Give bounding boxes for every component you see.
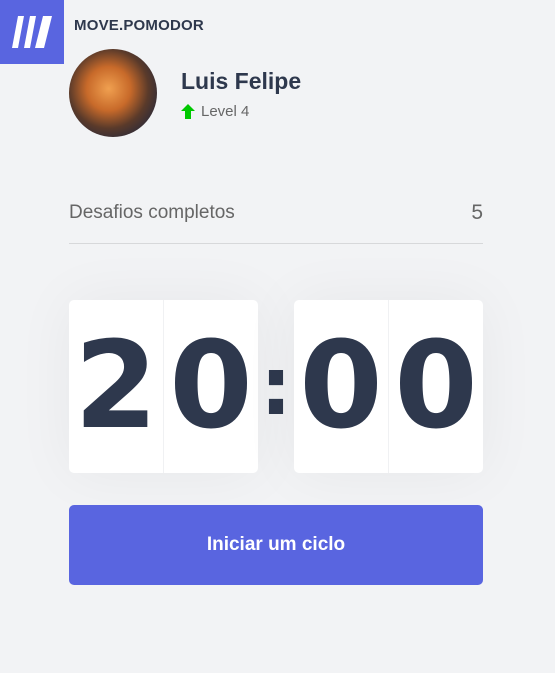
user-name: Luis Felipe bbox=[181, 67, 302, 94]
second-tens-digit: 0 bbox=[299, 317, 383, 456]
time-separator: : bbox=[260, 340, 292, 433]
countdown-timer: 2 0 : 0 0 bbox=[69, 300, 483, 473]
avatar bbox=[69, 49, 157, 137]
level-text: Level 4 bbox=[201, 102, 250, 120]
minute-tens-digit: 2 bbox=[74, 317, 158, 456]
logo-icon bbox=[12, 16, 52, 48]
challenges-label: Desafios completos bbox=[69, 202, 235, 223]
challenges-count: 5 bbox=[471, 201, 483, 224]
app-title: MOVE.POMODOR bbox=[74, 17, 204, 34]
minute-ones-digit: 0 bbox=[163, 300, 258, 473]
level-row: Level 4 bbox=[181, 103, 301, 120]
app-logo bbox=[0, 0, 64, 64]
second-ones-digit: 0 bbox=[388, 300, 483, 473]
arrow-up-icon bbox=[181, 103, 195, 119]
start-cycle-button[interactable]: Iniciar um ciclo bbox=[69, 505, 483, 585]
profile-info: Luis Felipe Level 4 bbox=[181, 67, 301, 120]
seconds-display: 0 0 bbox=[294, 300, 483, 473]
completed-challenges: Desafios completos 5 bbox=[69, 200, 483, 244]
user-profile: Luis Felipe Level 4 bbox=[69, 49, 301, 137]
minutes-display: 2 0 bbox=[69, 300, 258, 473]
